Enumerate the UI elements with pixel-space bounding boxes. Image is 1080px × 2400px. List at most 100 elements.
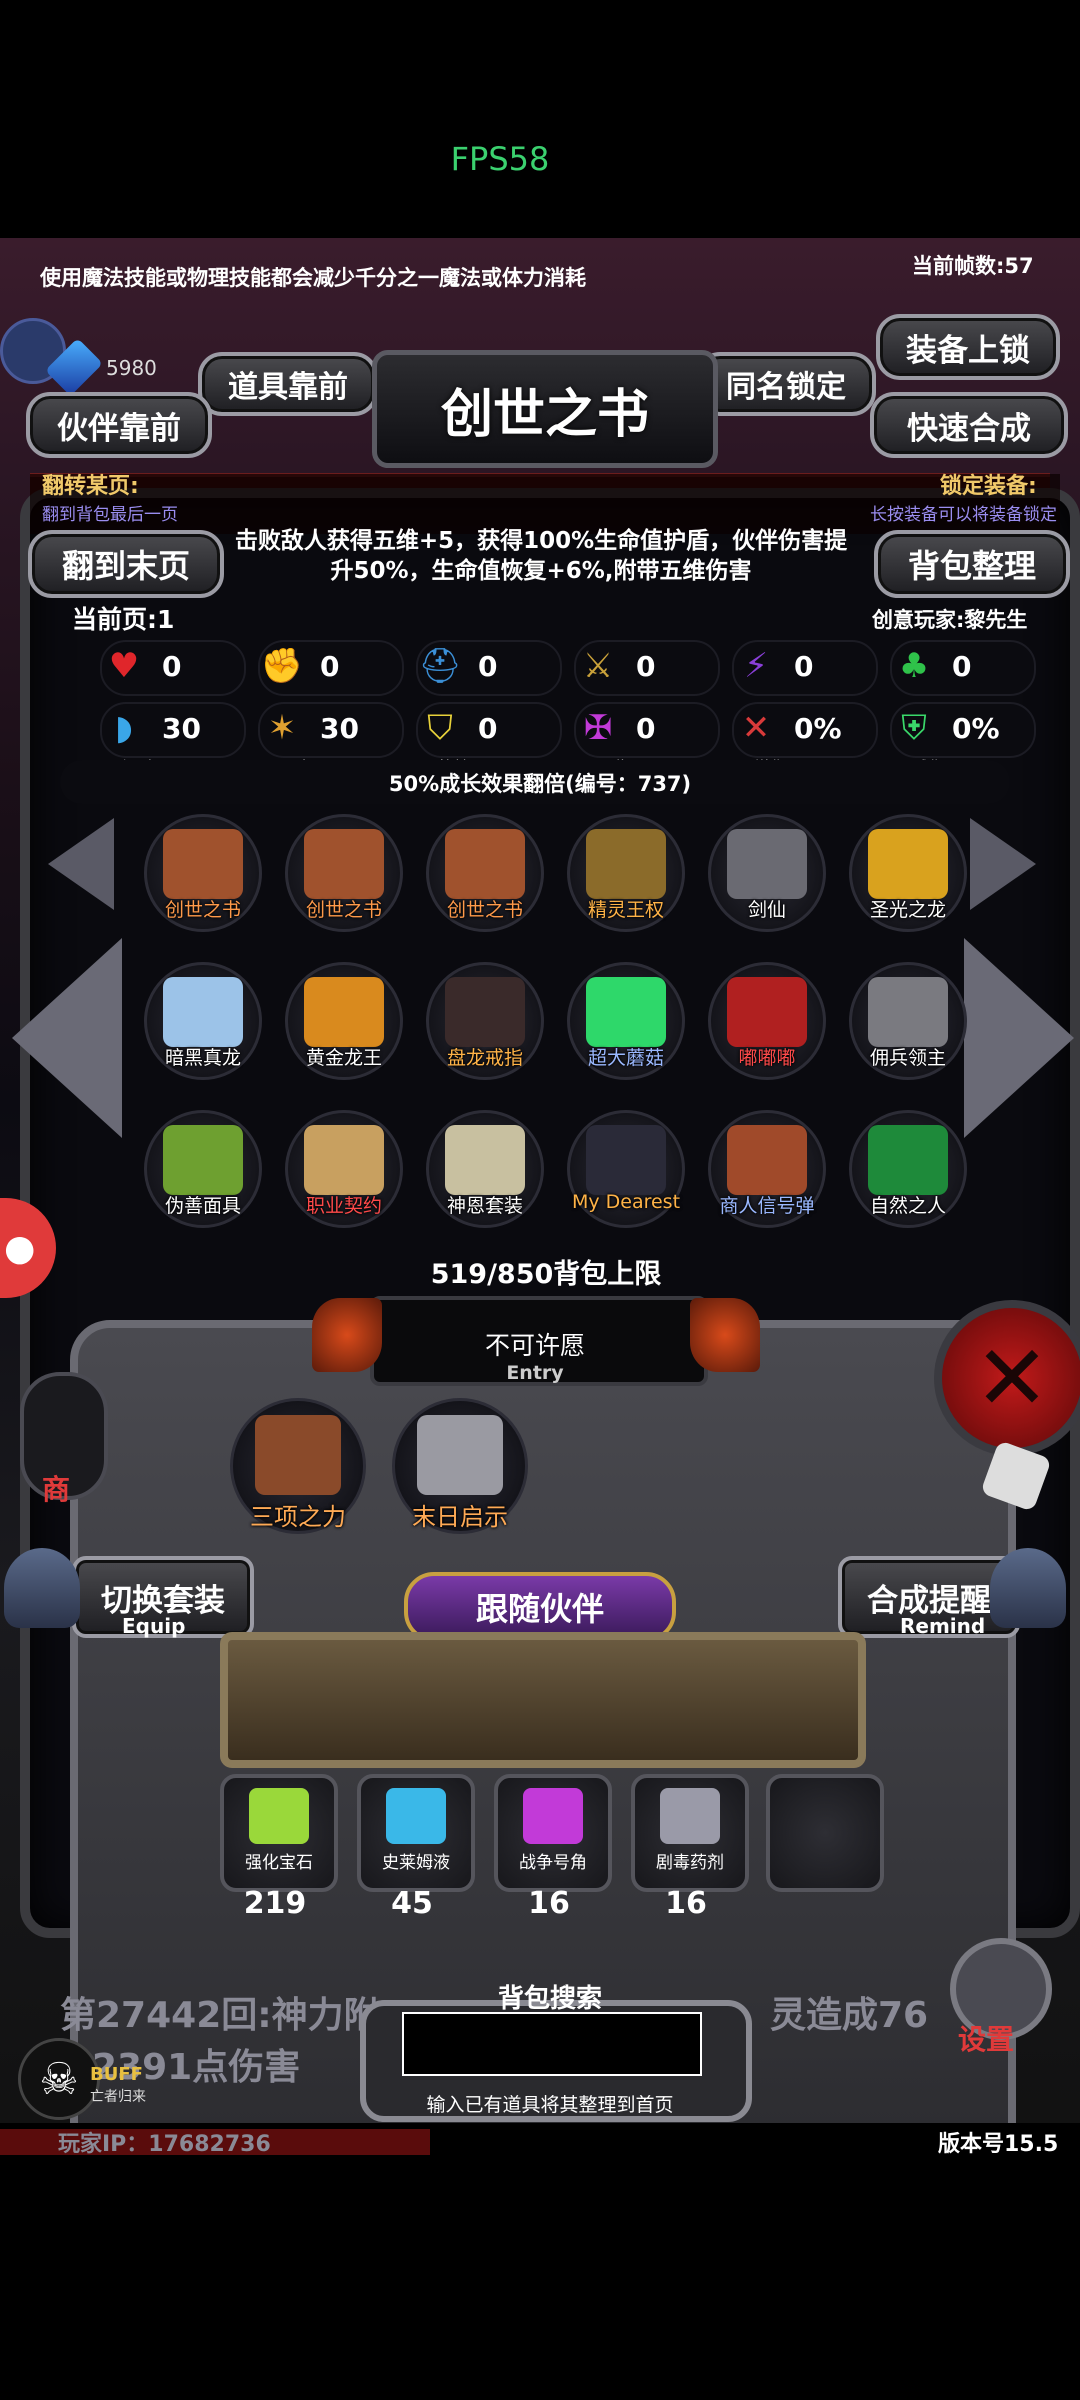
stat-value: 0% [794, 712, 842, 745]
damage-up-icon: ✕ [741, 708, 771, 748]
stat-value: 0 [794, 650, 814, 683]
fps-counter: FPS58 [450, 140, 550, 178]
shop-label: 商 [42, 1473, 71, 1506]
inventory-item[interactable]: 佣兵领主 [849, 962, 967, 1080]
currency-value: 5980 [106, 356, 157, 380]
same-name-lock-button[interactable]: 同名锁定 [696, 352, 876, 416]
search-input[interactable] [402, 2012, 702, 2076]
stat-pill: ♣ 0 [890, 640, 1036, 696]
inventory-item[interactable]: 创世之书 [285, 814, 403, 932]
item-art-icon [304, 829, 384, 899]
bag-item-count: 16 [528, 1886, 570, 1921]
crit-icon: ✶ [267, 708, 297, 748]
stat-value: 0 [478, 650, 498, 683]
stat-pill: ⛑ 0 [416, 640, 562, 696]
stat-value: 30 [320, 712, 359, 745]
inventory-item[interactable]: 创世之书 [426, 814, 544, 932]
item-art-icon [868, 1125, 948, 1195]
lock-equip-hint: 锁定装备: [940, 474, 1037, 499]
page-title: 创世之书 [372, 350, 718, 468]
item-art-icon [163, 977, 243, 1047]
battle-log-line1-tail: 灵造成76 [770, 1995, 929, 2036]
bag-item[interactable]: 剧毒药剂 [631, 1774, 749, 1892]
item-name: 伪善面具 [164, 1195, 241, 1217]
switch-set-sub: Equip [122, 1614, 186, 1638]
inventory-item[interactable]: 盘龙戒指 [426, 962, 544, 1080]
inventory-item[interactable]: 精灵王权 [567, 814, 685, 932]
inventory-item[interactable]: 剑仙 [708, 814, 826, 932]
bag-capacity: 519/850背包上限 [430, 1259, 662, 1290]
inventory-item[interactable]: 职业契约 [285, 1110, 403, 1228]
stat-value: 0 [636, 712, 656, 745]
inventory-item[interactable]: 黄金龙王 [285, 962, 403, 1080]
bag-item[interactable]: 强化宝石 [220, 1774, 338, 1892]
inventory-item[interactable]: 神恩套装 [426, 1110, 544, 1228]
bag-item[interactable]: 史莱姆液 [357, 1774, 475, 1892]
stat-value: 0 [478, 712, 498, 745]
inventory-item[interactable]: 伪善面具 [144, 1110, 262, 1228]
flip-page-hint-sub: 翻到背包最后一页 [42, 505, 178, 525]
partner-front-button[interactable]: 伙伴靠前 [26, 392, 212, 458]
to-last-page-button[interactable]: 翻到末页 [28, 530, 224, 598]
inventory-item[interactable]: 圣光之龙 [849, 814, 967, 932]
inventory-item[interactable]: 自然之人 [849, 1110, 967, 1228]
set-item-art-icon [255, 1415, 341, 1495]
close-icon[interactable]: ✕ [934, 1300, 1080, 1456]
bag-item-count: 219 [243, 1886, 307, 1921]
set-item[interactable]: 末日启示 [392, 1398, 528, 1534]
helmet-icon: ⛑ [418, 646, 462, 686]
partner-slot[interactable] [220, 1632, 866, 1768]
item-name: 创世之书 [164, 899, 241, 921]
item-art-icon [445, 977, 525, 1047]
bag-item[interactable]: 战争号角 [494, 1774, 612, 1892]
inventory-item[interactable]: 商人信号弹 [708, 1110, 826, 1228]
next-page-arrow-icon[interactable] [964, 938, 1074, 1138]
items-front-button[interactable]: 道具靠前 [198, 352, 378, 416]
helmet-left-icon [4, 1548, 80, 1628]
growth-note: 50%成长效果翻倍(编号：737) [388, 772, 692, 796]
combine-remind-sub: Remind [900, 1614, 986, 1638]
stat-value: 0% [952, 712, 1000, 745]
stat-pill: ⚔ 0 [574, 640, 720, 696]
item-art-icon [163, 829, 243, 899]
current-page: 当前页:1 [72, 605, 175, 634]
empty-slot[interactable] [766, 1774, 884, 1892]
lightning-icon: ⚡ [744, 646, 768, 686]
item-art-icon [868, 977, 948, 1047]
item-art-icon [586, 829, 666, 899]
inventory-item[interactable]: My Dearest [567, 1110, 685, 1228]
set-item-name: 三项之力 [250, 1503, 346, 1531]
stat-pill: ✊ 0 [258, 640, 404, 696]
item-name: 盘龙戒指 [446, 1047, 523, 1069]
item-name: 黄金龙王 [305, 1047, 382, 1069]
set-item[interactable]: 三项之力 [230, 1398, 366, 1534]
stat-pill: ⛉0格挡 [416, 702, 562, 777]
item-name: 超大蘑菇 [587, 1047, 664, 1069]
equip-lock-button[interactable]: 装备上锁 [876, 314, 1060, 380]
battle-log-line1: 第27442回:神力附 [60, 1995, 380, 2036]
bag-item-name: 剧毒药剂 [656, 1853, 724, 1873]
quick-combine-button[interactable]: 快速合成 [870, 392, 1068, 458]
bag-item-art-icon [660, 1788, 720, 1844]
settings-label[interactable]: 设置 [958, 2018, 1014, 2058]
item-name: 剑仙 [747, 899, 786, 921]
inventory-item[interactable]: 暗黑真龙 [144, 962, 262, 1080]
item-name: 佣兵领主 [869, 1047, 946, 1069]
item-art-icon [304, 977, 384, 1047]
creator-label: 创意玩家:黎先生 [872, 608, 1028, 632]
wish-sub: Entry [506, 1362, 564, 1384]
bag-sort-button[interactable]: 背包整理 [874, 530, 1070, 598]
skull-icon[interactable]: ☠ [18, 2038, 100, 2120]
prev-page-arrow-icon[interactable] [12, 938, 122, 1138]
stat-pill: ⛨0%减伤 [890, 702, 1036, 777]
tip-text: 使用魔法技能或物理技能都会减少千分之一魔法或体力消耗 [40, 266, 586, 290]
inventory-item[interactable]: 嘟嘟嘟 [708, 962, 826, 1080]
item-name: My Dearest [571, 1191, 681, 1213]
inventory-item[interactable]: 创世之书 [144, 814, 262, 932]
damage-down-icon: ⛨ [901, 708, 927, 748]
block-icon: ⛉ [427, 708, 453, 748]
bag-item-art-icon [523, 1788, 583, 1844]
inventory-item[interactable]: 超大蘑菇 [567, 962, 685, 1080]
prev-small-arrow-icon[interactable] [48, 818, 114, 910]
item-art-icon [163, 1125, 243, 1195]
